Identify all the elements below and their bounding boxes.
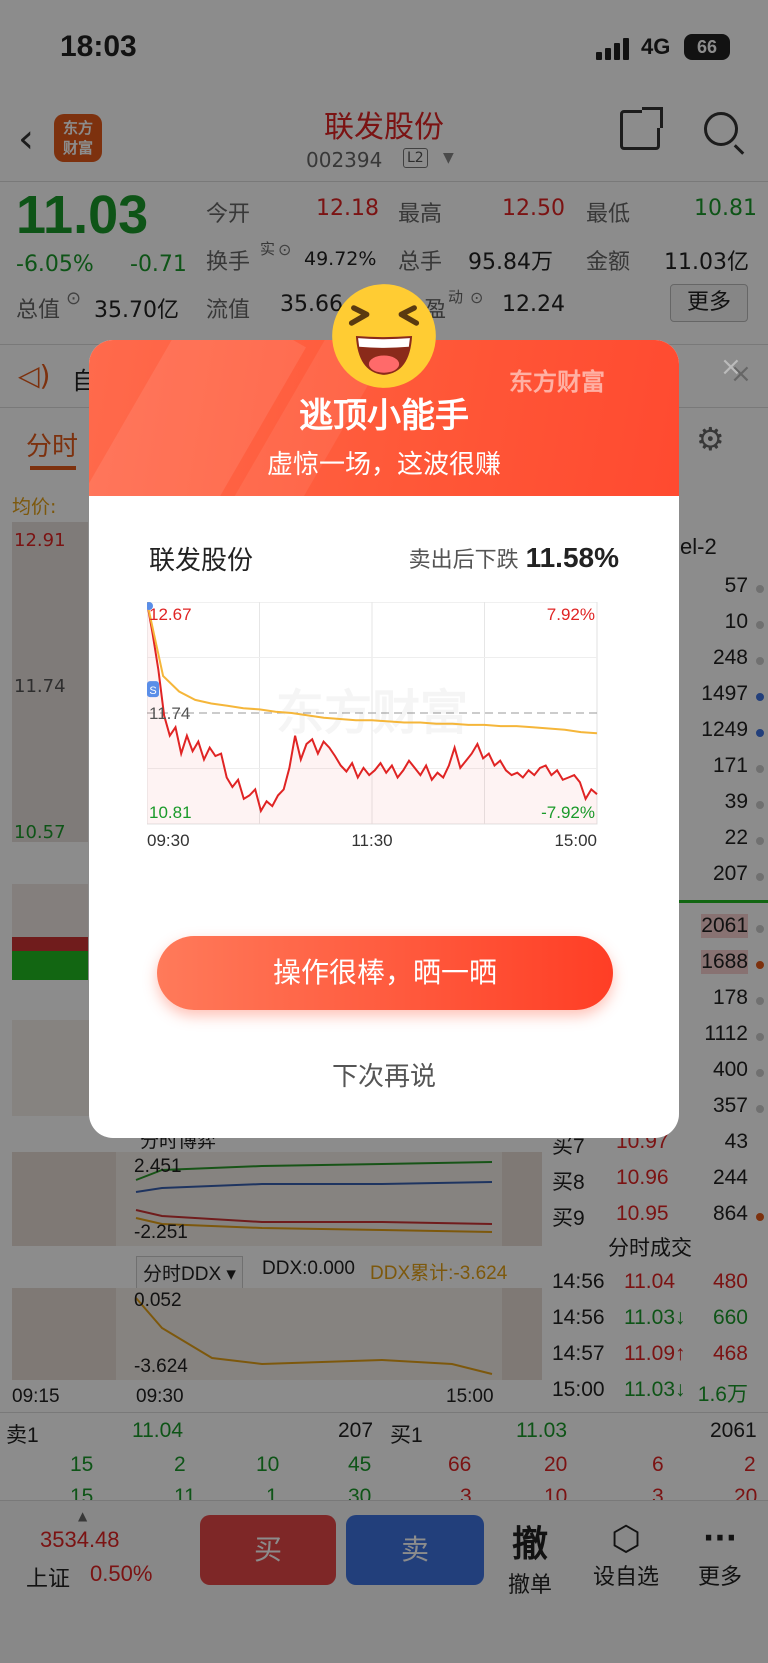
laughing-emoji-icon <box>332 284 436 388</box>
drop-pct: 11.58% <box>525 542 619 573</box>
y-label-right-bottom: -7.92% <box>541 803 595 822</box>
dialog-close-icon[interactable]: × <box>720 352 742 382</box>
sell-marker-label: S <box>149 685 156 697</box>
later-button[interactable]: 下次再说 <box>89 1056 679 1093</box>
achievement-dialog: 东方财富 逃顶小能手 虚惊一场，这波很赚 联发股份 卖出后下跌 11.58% 东… <box>89 340 679 1138</box>
chart-watermark: 东方财富 <box>276 685 468 741</box>
y-label-bottom: 10.81 <box>149 803 192 822</box>
y-label-mid: 11.74 <box>149 704 190 723</box>
drop-label: 卖出后下跌 <box>408 548 519 573</box>
dialog-title: 逃顶小能手 <box>299 396 469 436</box>
y-label-top: 12.67 <box>149 605 192 624</box>
share-button[interactable]: 操作很棒，晒一晒 <box>157 936 613 1010</box>
x-tick: 11:30 <box>351 831 392 850</box>
y-label-right-top: 7.92% <box>547 605 595 624</box>
x-tick: 15:00 <box>554 831 597 850</box>
price-chart: 东方财富 S 12.67 11.74 10.81 7.92% -7.92% 09:30 11:3… <box>145 601 617 852</box>
price-chart-svg: 东方财富 S 12.67 11.74 10.81 7.92% -7.92% 09:30 11:3… <box>145 601 598 850</box>
drop-info: 卖出后下跌 11.58% <box>89 542 619 574</box>
dialog-subtitle: 虚惊一场，这波很赚 <box>266 450 501 480</box>
x-tick: 09:30 <box>147 831 190 850</box>
